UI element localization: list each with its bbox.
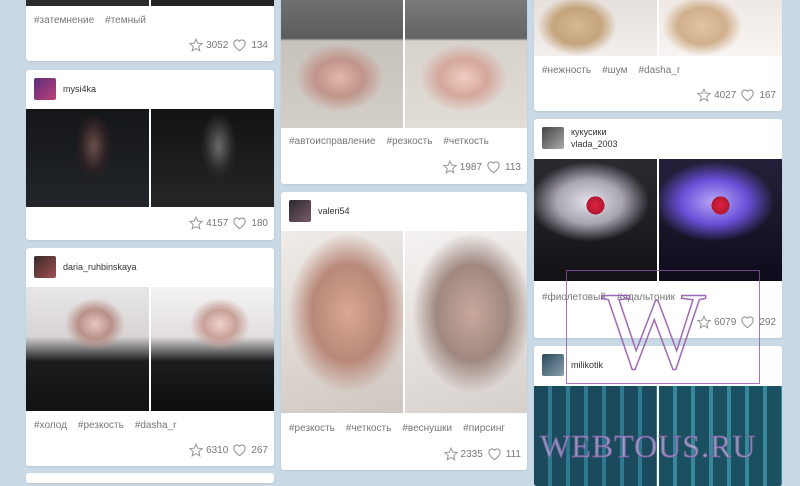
heart-icon[interactable]	[487, 447, 502, 461]
avatar[interactable]	[34, 78, 56, 100]
photo-original	[26, 287, 149, 411]
photo-edited	[151, 287, 274, 411]
star-icon[interactable]	[442, 160, 457, 174]
photo-original	[26, 109, 149, 207]
avatar[interactable]	[34, 256, 56, 278]
tag[interactable]: #холод	[34, 420, 67, 431]
like-count: 134	[251, 39, 268, 51]
heart-icon[interactable]	[232, 216, 247, 230]
tag[interactable]: #dasha_r	[638, 65, 680, 76]
heart-icon[interactable]	[232, 443, 247, 457]
photo-preview[interactable]	[281, 0, 527, 128]
tag-list: #затемнение #темный	[34, 15, 157, 26]
photo-edited	[405, 231, 527, 413]
stats-bar: 4157 180	[189, 216, 268, 230]
photo-card[interactable]: #нежность #шум #dasha_r 4027 167	[534, 0, 782, 111]
tag[interactable]: #четкость	[346, 423, 391, 434]
photo-card[interactable]: mysi4ka 4157 180	[26, 70, 274, 240]
photo-edited	[151, 109, 274, 207]
stats-bar: 1987 113	[442, 160, 521, 174]
tag[interactable]: #веснушки	[402, 423, 452, 434]
username[interactable]: daria_ruhbinskaya	[63, 261, 137, 273]
tag[interactable]: #резкость	[289, 423, 335, 434]
like-count: 292	[759, 316, 776, 328]
like-count: 113	[505, 161, 521, 173]
tag-list: #холод #резкость #dasha_r	[34, 420, 188, 431]
tag[interactable]: #шум	[602, 65, 627, 76]
star-icon[interactable]	[189, 443, 204, 457]
photo-edited	[151, 0, 274, 6]
tag[interactable]: #четкость	[443, 136, 488, 147]
user-row[interactable]: кукусики vlada_2003	[542, 126, 618, 150]
photo-preview[interactable]	[534, 159, 782, 281]
photo-preview[interactable]	[26, 109, 274, 207]
card-title: кукусики	[571, 127, 607, 137]
star-count: 6310	[206, 444, 229, 456]
star-count: 1987	[459, 161, 483, 173]
tag[interactable]: #резкость	[78, 420, 124, 431]
star-icon[interactable]	[443, 447, 458, 461]
photo-edited	[659, 159, 782, 281]
heart-icon[interactable]	[486, 160, 501, 174]
heart-icon[interactable]	[740, 88, 755, 102]
photo-card[interactable]: valeri54 #резкость #четкость #веснушки #пир…	[281, 192, 527, 470]
star-count: 4027	[714, 89, 737, 101]
photo-original	[281, 231, 403, 413]
photo-original	[281, 0, 403, 128]
photo-preview[interactable]	[281, 231, 527, 413]
photo-card[interactable]	[26, 473, 274, 483]
user-row[interactable]: valeri54	[289, 200, 350, 222]
photo-preview[interactable]	[534, 0, 782, 56]
photo-card[interactable]: daria_ruhbinskaya #холод #резкость #dasha_…	[26, 248, 274, 466]
photo-original	[26, 0, 149, 6]
watermark-text: WEBTOUS.RU	[540, 428, 757, 465]
stats-bar: 2335 111	[443, 447, 521, 461]
like-count: 167	[759, 89, 776, 101]
photo-original	[534, 159, 657, 281]
photo-original	[534, 0, 657, 56]
stats-bar: 6310 267	[189, 443, 268, 457]
photo-preview[interactable]	[26, 0, 274, 6]
stats-bar: 4027 167	[697, 88, 776, 102]
photo-edited	[659, 0, 782, 56]
star-icon[interactable]	[189, 216, 204, 230]
user-row[interactable]: daria_ruhbinskaya	[34, 256, 137, 278]
like-count: 267	[251, 444, 268, 456]
username[interactable]: valeri54	[318, 205, 350, 217]
star-icon[interactable]	[697, 88, 712, 102]
photo-edited	[405, 0, 527, 128]
star-count: 3052	[206, 39, 229, 51]
watermark-logo: W	[601, 270, 706, 392]
photo-preview[interactable]	[26, 287, 274, 411]
username[interactable]: vlada_2003	[571, 138, 618, 150]
star-count: 4157	[206, 217, 229, 229]
like-count: 180	[251, 217, 268, 229]
tag[interactable]: #темный	[105, 15, 146, 26]
tag[interactable]: #автоисправление	[289, 136, 376, 147]
photo-card[interactable]: #затемнение #темный 3052 134	[26, 0, 274, 61]
like-count: 111	[505, 448, 521, 460]
tag-list: #резкость #четкость #веснушки #пирсинг	[289, 423, 516, 434]
tag[interactable]: #затемнение	[34, 15, 94, 26]
tag[interactable]: #пирсинг	[463, 423, 505, 434]
tag[interactable]: #резкость	[387, 136, 433, 147]
star-icon[interactable]	[189, 38, 204, 52]
user-row[interactable]: mysi4ka	[34, 78, 96, 100]
heart-icon[interactable]	[232, 38, 247, 52]
avatar[interactable]	[542, 127, 564, 149]
stats-bar: 3052 134	[189, 38, 268, 52]
tag-list: #нежность #шум #dasha_r	[542, 65, 691, 76]
avatar[interactable]	[542, 354, 564, 376]
tag[interactable]: #нежность	[542, 65, 591, 76]
star-count: 2335	[460, 448, 483, 460]
tag-list: #автоисправление #резкость #четкость	[289, 136, 500, 147]
tag[interactable]: #dasha_r	[135, 420, 177, 431]
photo-card[interactable]: #автоисправление #резкость #четкость 1987 …	[281, 0, 527, 184]
username[interactable]: mysi4ka	[63, 83, 96, 95]
avatar[interactable]	[289, 200, 311, 222]
